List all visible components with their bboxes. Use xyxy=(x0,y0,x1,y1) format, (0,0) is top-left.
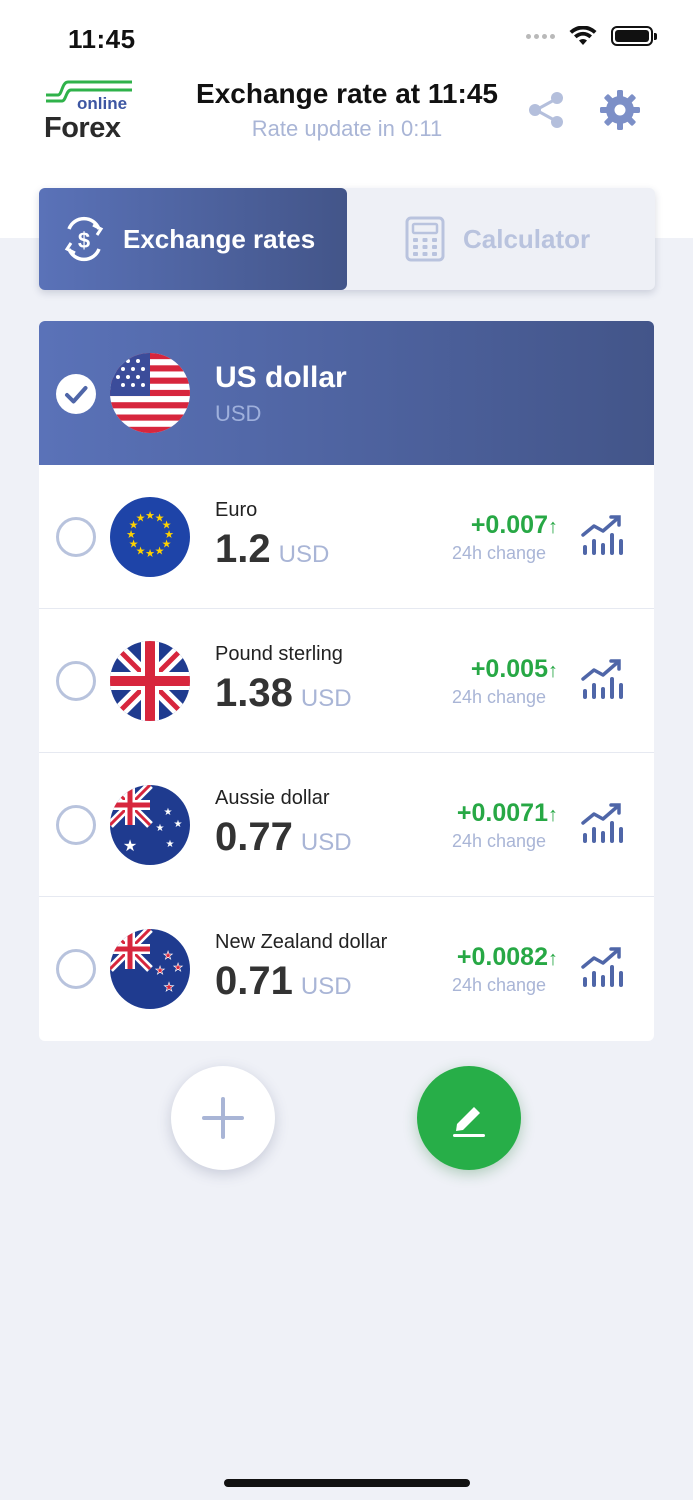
calculator-icon xyxy=(405,216,445,262)
logo-online-text: online xyxy=(77,94,128,113)
currency-rate: 1.38 USD xyxy=(215,671,352,716)
select-radio[interactable] xyxy=(56,805,96,845)
plus-icon xyxy=(202,1097,244,1139)
arrow-up-icon: ↑ xyxy=(548,660,558,682)
forex-online-logo: online Forex xyxy=(44,74,136,144)
currency-rate: 1.2 USD xyxy=(215,527,329,572)
change-label: 24h change xyxy=(451,831,547,851)
change-label: 24h change xyxy=(451,975,547,995)
add-currency-button[interactable] xyxy=(171,1066,275,1170)
trend-chart-icon[interactable] xyxy=(580,513,624,557)
page-title: Exchange rate at 11:45 xyxy=(196,78,498,109)
currency-name: New Zealand dollar xyxy=(215,931,388,953)
rate-update-countdown: Rate update in 0:11 xyxy=(251,116,443,141)
arrow-up-icon: ↑ xyxy=(548,516,558,538)
change-value: +0.007↑ xyxy=(471,511,558,540)
select-radio[interactable] xyxy=(56,517,96,557)
base-currency-code: USD xyxy=(215,401,262,426)
currency-rate: 0.77 USD xyxy=(215,815,352,860)
svg-text:★: ★ xyxy=(123,836,137,855)
svg-text:★: ★ xyxy=(136,512,146,525)
currency-row-euro[interactable]: ★ ★ ★ ★ ★ ★ ★ ★ ★ ★ ★ ★ Euro 1.2 USD +0.007↑ 24h … xyxy=(39,465,654,609)
base-currency-row[interactable]: US dollar USD xyxy=(39,321,654,465)
arrow-up-icon: ↑ xyxy=(548,948,558,970)
rate-unit: USD xyxy=(300,685,352,712)
currency-name: Euro xyxy=(215,499,258,521)
currency-row-aussie-dollar[interactable]: ★ ★ ★ ★ ★ Aussie dollar 0.77 USD +0.0071↑… xyxy=(39,753,654,897)
change-value: +0.005↑ xyxy=(471,655,558,684)
change-label: 24h change xyxy=(451,543,547,563)
currency-name: Aussie dollar xyxy=(215,787,330,809)
tab-calculator[interactable]: Calculator xyxy=(347,188,655,290)
svg-text:★: ★ xyxy=(145,509,155,522)
share-icon[interactable] xyxy=(524,88,568,132)
svg-text:★: ★ xyxy=(155,545,165,558)
home-indicator xyxy=(224,1479,470,1487)
gear-icon[interactable] xyxy=(598,88,642,132)
cellular-signal-icon xyxy=(526,33,555,39)
trend-chart-icon[interactable] xyxy=(580,657,624,701)
base-currency-name: US dollar xyxy=(215,361,347,394)
rate-value: 0.77 xyxy=(215,815,293,859)
edit-list-button[interactable] xyxy=(417,1066,521,1170)
status-time: 11:45 xyxy=(68,24,136,54)
change-amount: +0.0071 xyxy=(456,799,548,827)
change-amount: +0.005 xyxy=(470,655,548,683)
currency-list: ★ ★ ★ ★ ★ ★ ★ ★ ★ ★ ★ ★ Euro 1.2 USD +0.007↑ 24h … xyxy=(39,465,654,1041)
tab-exchange-rates[interactable]: $ Exchange rates xyxy=(39,188,347,290)
rate-unit: USD xyxy=(300,973,352,1000)
rate-unit: USD xyxy=(278,541,330,568)
change-label: 24h change xyxy=(451,687,547,707)
tab-exchange-rates-label: Exchange rates xyxy=(123,223,316,254)
app-screen: 11:45 online Forex Exchange rate at 11:4… xyxy=(0,0,693,1500)
arrow-up-icon: ↑ xyxy=(548,804,558,826)
svg-text:★: ★ xyxy=(173,961,183,974)
change-value: +0.0071↑ xyxy=(457,799,558,828)
us-flag-icon xyxy=(110,353,190,433)
tab-calculator-label: Calculator xyxy=(463,223,591,254)
selected-check-icon[interactable] xyxy=(56,374,96,414)
rate-value: 0.71 xyxy=(215,959,293,1003)
trend-chart-icon[interactable] xyxy=(580,945,624,989)
status-icons xyxy=(526,26,657,46)
svg-text:$: $ xyxy=(78,228,90,253)
svg-text:★: ★ xyxy=(166,839,175,850)
view-tabs: $ Exchange rates Calculator xyxy=(39,188,655,290)
trend-chart-icon[interactable] xyxy=(580,801,624,845)
nz-flag-icon: ★ ★ ★ ★ xyxy=(110,929,190,1009)
currency-rate: 0.71 USD xyxy=(215,959,352,1004)
rate-value: 1.2 xyxy=(215,527,271,571)
change-amount: +0.007 xyxy=(470,511,548,539)
svg-text:★: ★ xyxy=(145,547,155,560)
svg-text:★: ★ xyxy=(164,980,175,994)
svg-text:★: ★ xyxy=(164,807,173,818)
currency-row-new-zealand-dollar[interactable]: ★ ★ ★ ★ New Zealand dollar 0.71 USD +0.00… xyxy=(39,897,654,1041)
svg-text:★: ★ xyxy=(163,949,173,962)
change-value: +0.0082↑ xyxy=(457,943,558,972)
au-flag-icon: ★ ★ ★ ★ ★ xyxy=(110,785,190,865)
rate-unit: USD xyxy=(300,829,352,856)
currency-row-pound-sterling[interactable]: Pound sterling 1.38 USD +0.005↑ 24h chang… xyxy=(39,609,654,753)
svg-text:★: ★ xyxy=(156,823,165,834)
pencil-icon xyxy=(453,1107,485,1137)
logo-forex-text: Forex xyxy=(44,112,121,144)
change-amount: +0.0082 xyxy=(456,943,548,971)
currency-name: Pound sterling xyxy=(215,643,343,665)
wifi-icon xyxy=(569,26,597,45)
svg-text:★: ★ xyxy=(174,819,183,830)
eu-flag-icon: ★ ★★ ★★★ ★★★ ★★★ xyxy=(110,497,190,577)
select-radio[interactable] xyxy=(56,949,96,989)
svg-text:★: ★ xyxy=(155,964,165,977)
uk-flag-icon xyxy=(110,641,190,721)
battery-icon xyxy=(611,26,657,46)
currency-exchange-icon: $ xyxy=(64,216,104,262)
select-radio[interactable] xyxy=(56,661,96,701)
rate-value: 1.38 xyxy=(215,671,293,715)
